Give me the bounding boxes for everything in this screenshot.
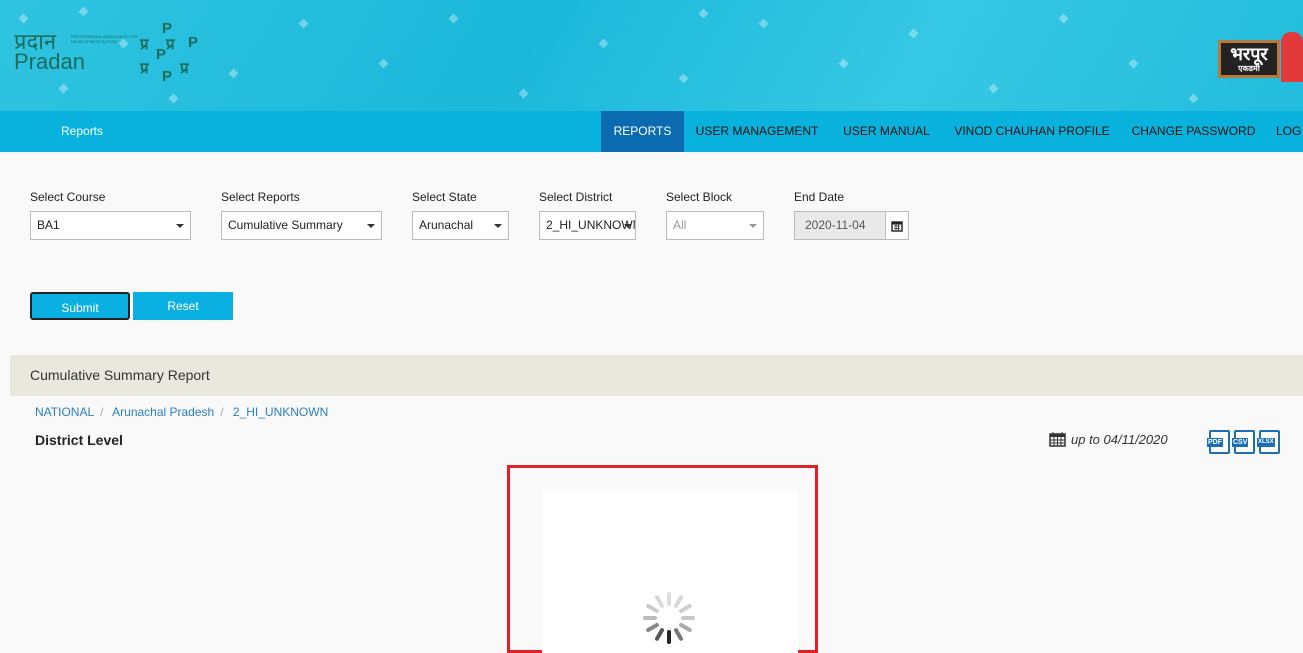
xlsx-export-icon[interactable]: XLSX	[1257, 430, 1280, 454]
reports-select[interactable]: Cumulative Summary	[221, 211, 382, 240]
mascot-image	[1281, 32, 1303, 82]
csv-export-icon[interactable]: CSV	[1232, 430, 1255, 454]
nav-profile[interactable]: VINOD CHAUHAN PROFILE	[943, 111, 1121, 152]
level-title: District Level	[35, 432, 123, 448]
calendar-icon	[891, 220, 903, 232]
block-field: Select Block All	[666, 190, 764, 240]
breadcrumb: NATIONAL / Arunachal Pradesh/ 2_HI_UNKNOW…	[35, 405, 329, 419]
end-date-field: End Date 2020-11-04	[794, 190, 909, 240]
chevron-down-icon	[367, 224, 375, 228]
nav-title: Reports	[61, 124, 104, 138]
end-date-label: End Date	[794, 190, 845, 204]
bharpur-academy-logo: भरपूर एकडमी	[1218, 40, 1280, 78]
up-to-date: up to 04/11/2020	[1049, 431, 1168, 447]
submit-button[interactable]: Submit	[30, 292, 130, 320]
district-select[interactable]: 2_HI_UNKNOWN	[539, 211, 636, 240]
chevron-down-icon	[176, 224, 184, 228]
nav-user-management[interactable]: USER MANAGEMENT	[684, 111, 830, 152]
course-label: Select Course	[30, 190, 106, 204]
reports-label: Select Reports	[221, 190, 300, 204]
nav-logout[interactable]: LOG	[1276, 111, 1302, 152]
breadcrumb-district[interactable]: 2_HI_UNKNOWN	[233, 405, 328, 419]
report-panel-header: Cumulative Summary Report	[10, 355, 1303, 396]
calendar-icon	[1049, 432, 1066, 447]
course-field: Select Course BA1	[30, 190, 191, 240]
nav-user-manual[interactable]: USER MANUAL	[830, 111, 943, 152]
nav-reports[interactable]: REPORTS	[601, 111, 684, 152]
district-field: Select District 2_HI_UNKNOWN	[539, 190, 636, 240]
course-select[interactable]: BA1	[30, 211, 191, 240]
header-banner: प्रदान Pradan PROFESSIONAL ASSISTANCE FO…	[0, 0, 1303, 111]
state-field: Select State Arunachal	[412, 190, 509, 240]
breadcrumb-state[interactable]: Arunachal Pradesh	[112, 405, 214, 419]
state-label: Select State	[412, 190, 477, 204]
breadcrumb-national[interactable]: NATIONAL	[35, 405, 94, 419]
block-label: Select Block	[666, 190, 733, 204]
state-select[interactable]: Arunachal	[412, 211, 509, 240]
chevron-down-icon	[624, 224, 632, 228]
nav-change-password[interactable]: CHANGE PASSWORD	[1121, 111, 1266, 152]
end-date-input[interactable]: 2020-11-04	[794, 211, 886, 240]
ppp-grid-logo: P प्र प्र P P प्र प्र P	[140, 20, 199, 85]
pdf-export-icon[interactable]: PDF	[1207, 430, 1230, 454]
calendar-button[interactable]	[886, 211, 909, 240]
block-select[interactable]: All	[666, 211, 764, 240]
reports-field: Select Reports Cumulative Summary	[221, 190, 382, 240]
up-to-text: up to 04/11/2020	[1071, 431, 1168, 447]
chevron-down-icon	[494, 224, 502, 228]
chevron-down-icon	[749, 224, 757, 228]
top-nav: Reports REPORTS USER MANAGEMENT USER MAN…	[0, 111, 1303, 152]
reset-button[interactable]: Reset	[133, 292, 233, 320]
export-buttons: PDF CSV XLSX	[1207, 430, 1280, 454]
loading-spinner-icon	[643, 592, 695, 644]
pradan-logo: प्रदान Pradan PROFESSIONAL ASSISTANCE FO…	[14, 29, 138, 74]
district-label: Select District	[539, 190, 613, 204]
